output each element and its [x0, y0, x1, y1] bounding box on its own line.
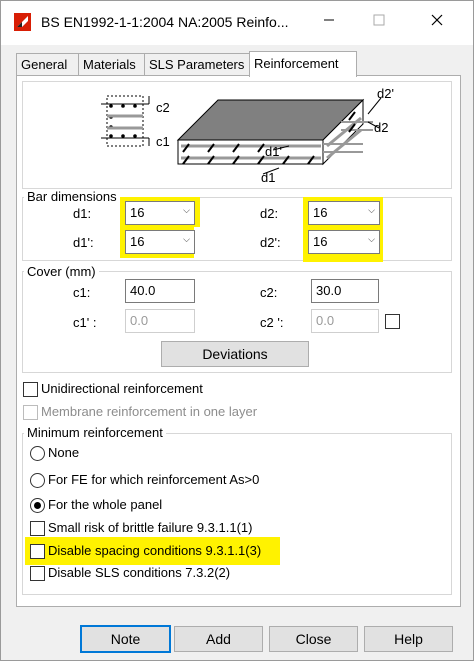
radio-fe-as-positive-label: For FE for which reinforcement As>0 — [48, 472, 260, 487]
c2-label: c2: — [260, 285, 278, 300]
app-logo-icon — [14, 13, 31, 31]
close-icon — [431, 14, 443, 26]
diagram-label-d1-prime: d1' — [265, 144, 282, 159]
tab-sls-parameters[interactable]: SLS Parameters — [144, 53, 252, 76]
d2-select[interactable]: 16 ⌵ — [308, 201, 380, 225]
d1-select[interactable]: 16 ⌵ — [125, 201, 195, 225]
add-button[interactable]: Add — [174, 626, 263, 652]
spacing-conditions-label: Disable spacing conditions 9.3.1.1(3) — [48, 543, 262, 558]
minimize-button[interactable] — [311, 7, 347, 37]
membrane-label: Membrane reinforcement in one layer — [41, 404, 258, 419]
d1-prime-label: d1': — [73, 235, 94, 250]
tab-general[interactable]: General — [16, 53, 82, 76]
diagram-label-d1: d1 — [261, 170, 276, 185]
tab-reinforcement[interactable]: Reinforcement — [249, 51, 357, 77]
c2-prime-checkbox[interactable] — [385, 314, 400, 329]
c2-value: 30.0 — [316, 283, 342, 298]
radio-whole-panel-label: For the whole panel — [48, 497, 163, 512]
radio-whole-panel[interactable] — [30, 498, 45, 513]
brittle-failure-checkbox[interactable] — [30, 521, 45, 536]
chevron-down-icon: ⌵ — [368, 205, 375, 215]
maximize-icon — [373, 14, 385, 26]
diagram-label-d2-prime: d2' — [377, 86, 394, 101]
chevron-down-icon: ⌵ — [183, 234, 190, 244]
bar-dimensions-title: Bar dimensions — [24, 189, 120, 204]
d2-label: d2: — [260, 206, 279, 221]
radio-none-label: None — [48, 445, 80, 460]
spacing-conditions-checkbox[interactable] — [30, 544, 45, 559]
minimum-reinforcement-title: Minimum reinforcement — [24, 425, 166, 440]
help-button[interactable]: Help — [364, 626, 453, 652]
chevron-down-icon: ⌵ — [183, 205, 190, 215]
diagram-label-c2: c2 — [156, 100, 170, 115]
unidirectional-checkbox[interactable] — [23, 382, 38, 397]
c1-prime-value: 0.0 — [130, 313, 149, 328]
unidirectional-label: Unidirectional reinforcement — [41, 381, 203, 396]
c1-input[interactable]: 40.0 — [125, 279, 195, 303]
c1-label: c1: — [73, 285, 91, 300]
c2-prime-input[interactable]: 0.0 — [311, 309, 379, 333]
title-bar: BS EN1992-1-1:2004 NA:2005 Reinfo... — [1, 1, 473, 45]
deviations-button[interactable]: Deviations — [161, 341, 309, 367]
d1-prime-value: 16 — [130, 234, 145, 249]
d2-prime-select[interactable]: 16 ⌵ — [308, 230, 380, 254]
d2-prime-label: d2': — [260, 235, 281, 250]
d2-value: 16 — [313, 205, 328, 220]
c2-prime-label: c2 ': — [260, 315, 284, 330]
close-button[interactable]: Close — [269, 626, 358, 652]
c2-input[interactable]: 30.0 — [311, 279, 379, 303]
c1-value: 40.0 — [130, 283, 156, 298]
c1-prime-input[interactable]: 0.0 — [125, 309, 195, 333]
brittle-failure-label: Small risk of brittle failure 9.3.1.1(1) — [48, 520, 253, 535]
membrane-checkbox[interactable] — [23, 405, 38, 420]
cover-title: Cover (mm) — [24, 264, 99, 279]
note-button[interactable]: Note — [80, 625, 171, 653]
sls-conditions-checkbox[interactable] — [30, 566, 45, 581]
c1-prime-label: c1' : — [73, 315, 97, 330]
radio-selected-dot — [34, 502, 41, 509]
radio-none[interactable] — [30, 446, 45, 461]
tab-materials[interactable]: Materials — [78, 53, 148, 76]
d1-prime-select[interactable]: 16 ⌵ — [125, 230, 195, 254]
reinforcement-diagram: c2 c1 d2' d2 d1' d1 — [22, 81, 452, 189]
chevron-down-icon: ⌵ — [368, 234, 375, 244]
close-window-button[interactable] — [419, 7, 455, 37]
dialog-window: BS EN1992-1-1:2004 NA:2005 Reinfo... Gen… — [0, 0, 474, 661]
minimize-icon — [324, 19, 334, 21]
d1-label: d1: — [73, 206, 92, 221]
diagram-label-c1: c1 — [156, 134, 170, 149]
d2-prime-value: 16 — [313, 234, 328, 249]
radio-fe-as-positive[interactable] — [30, 473, 45, 488]
c2-prime-value: 0.0 — [316, 313, 335, 328]
window-title: BS EN1992-1-1:2004 NA:2005 Reinfo... — [41, 14, 289, 30]
maximize-button[interactable] — [361, 7, 397, 37]
sls-conditions-label: Disable SLS conditions 7.3.2(2) — [48, 565, 231, 580]
d1-value: 16 — [130, 205, 145, 220]
diagram-label-d2: d2 — [374, 120, 389, 135]
